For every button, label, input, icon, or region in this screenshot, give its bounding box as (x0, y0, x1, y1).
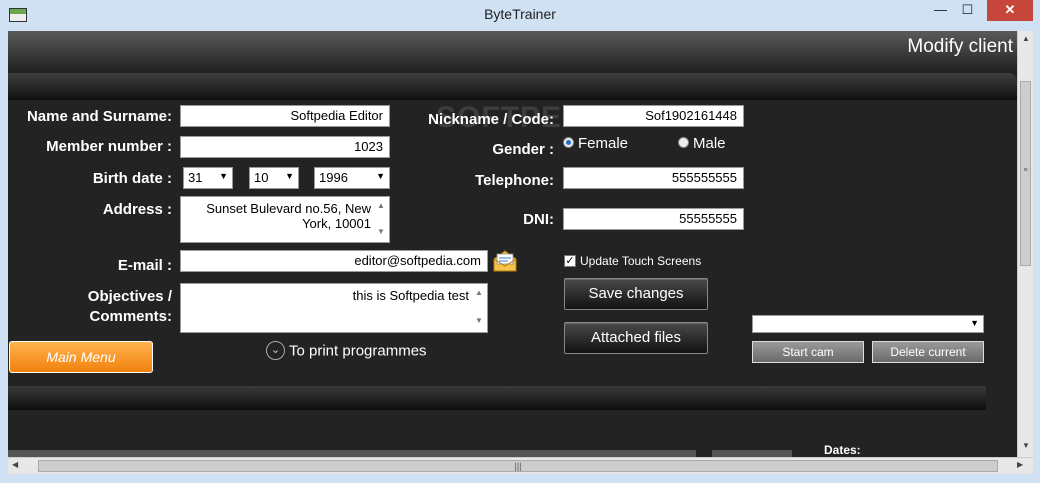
radio-unselected-icon (678, 136, 689, 148)
radio-selected-icon (563, 136, 574, 148)
name-field[interactable]: Softpedia Editor (180, 105, 390, 127)
print-programmes-label: To print programmes (289, 342, 427, 360)
screen-title: Modify client (907, 36, 1013, 57)
horizontal-scroll-thumb[interactable]: ||| (38, 460, 998, 472)
save-changes-button[interactable]: Save changes (564, 278, 708, 310)
gender-male-label: Male (693, 135, 726, 152)
horizontal-scrollbar[interactable]: ◀ ||| ▶ (8, 457, 1033, 474)
vertical-scroll-thumb[interactable]: ≡ (1020, 81, 1031, 266)
gender-female-label: Female (578, 135, 629, 152)
scroll-down-icon[interactable]: ▼ (375, 225, 387, 239)
telephone-label: Telephone: (475, 172, 554, 189)
gender-female-radio[interactable]: Female (563, 135, 628, 152)
objectives-label-line: Objectives / (87, 288, 172, 305)
scroll-down-icon[interactable]: ▼ (473, 314, 485, 328)
member-number-field[interactable]: 1023 (180, 136, 390, 158)
birth-year-value: 1996 (319, 170, 348, 185)
address-line: York, 10001 (302, 216, 371, 231)
window-title: ByteTrainer (484, 6, 556, 22)
app-window: ByteTrainer — ☐ ✕ Modify client SOFTPEDI… (0, 0, 1040, 483)
objectives-field[interactable]: this is Softpedia test ▲ ▼ (180, 283, 488, 333)
footer-divider (8, 386, 986, 410)
grip-icon: ||| (514, 461, 522, 471)
scroll-left-icon[interactable]: ◀ (12, 460, 18, 469)
birth-month-select[interactable]: 10 ▼ (249, 167, 299, 189)
maximize-button[interactable]: ☐ (954, 0, 981, 21)
send-email-icon[interactable] (492, 249, 518, 273)
main-menu-button[interactable]: Main Menu (9, 341, 153, 373)
scroll-up-icon[interactable]: ▲ (1018, 34, 1034, 43)
close-button[interactable]: ✕ (987, 0, 1033, 21)
scroll-right-icon[interactable]: ▶ (1017, 460, 1023, 469)
email-field[interactable]: editor@softpedia.com (180, 250, 488, 272)
header-divider (8, 73, 1017, 100)
email-label: E-mail : (117, 257, 172, 274)
chevron-down-icon: ▼ (970, 318, 979, 328)
circle-chevron-icon: ⌄ (266, 341, 285, 360)
address-line: Sunset Bulevard no.56, New (206, 201, 371, 216)
grip-icon: ≡ (1023, 167, 1028, 174)
birth-month-value: 10 (254, 170, 269, 185)
dni-field[interactable]: 55555555 (563, 208, 744, 230)
delete-current-button[interactable]: Delete current (872, 341, 984, 363)
scroll-up-icon[interactable]: ▲ (473, 286, 485, 300)
vertical-scrollbar[interactable]: ▲ ≡ ▼ (1017, 31, 1033, 457)
name-label: Name and Surname: (26, 108, 172, 125)
start-cam-button[interactable]: Start cam (752, 341, 864, 363)
comments-label-line: Comments: (89, 308, 172, 325)
chevron-down-icon: ▼ (219, 171, 228, 181)
checkbox-checked-icon: ✓ (564, 254, 576, 267)
scroll-down-icon[interactable]: ▼ (1018, 441, 1034, 450)
dni-label: DNI: (523, 211, 554, 228)
address-label: Address : (102, 201, 172, 218)
nickname-field[interactable]: Sof1902161448 (563, 105, 744, 127)
camera-select[interactable]: ▼ (752, 315, 984, 333)
objectives-text: this is Softpedia test (352, 288, 469, 303)
textarea-scrollbar[interactable]: ▲ ▼ (473, 286, 485, 328)
bottom-panel-mid (712, 450, 792, 457)
address-field[interactable]: Sunset Bulevard no.56, New York, 10001 ▲… (180, 196, 390, 243)
update-touch-label: Update Touch Screens (580, 254, 702, 268)
nickname-label: Nickname / Code: (428, 111, 554, 128)
birth-day-value: 31 (188, 170, 203, 185)
header-band: Modify client (8, 31, 1017, 73)
attached-files-button[interactable]: Attached files (564, 322, 708, 354)
client-area: Modify client SOFTPEDIA Name and Surname… (8, 31, 1017, 457)
birth-day-select[interactable]: 31 ▼ (183, 167, 233, 189)
print-programmes-link[interactable]: ⌄ To print programmes (266, 341, 427, 361)
textarea-scrollbar[interactable]: ▲ ▼ (375, 199, 387, 239)
member-number-label: Member number : (46, 138, 172, 155)
title-bar: ByteTrainer — ☐ ✕ (0, 0, 1040, 31)
update-touch-checkbox[interactable]: ✓ Update Touch Screens (564, 254, 701, 268)
chevron-down-icon: ▼ (376, 171, 385, 181)
birth-date-label: Birth date : (92, 170, 172, 187)
gender-male-radio[interactable]: Male (678, 135, 726, 152)
objectives-label: Objectives / Comments: (12, 288, 172, 325)
chevron-down-icon: ▼ (285, 171, 294, 181)
gender-label: Gender : (492, 141, 554, 158)
minimize-button[interactable]: — (927, 0, 954, 21)
bottom-panel-left (8, 450, 696, 457)
birth-year-select[interactable]: 1996 ▼ (314, 167, 390, 189)
dates-label: Dates: (824, 443, 861, 457)
telephone-field[interactable]: 555555555 (563, 167, 744, 189)
scroll-up-icon[interactable]: ▲ (375, 199, 387, 213)
